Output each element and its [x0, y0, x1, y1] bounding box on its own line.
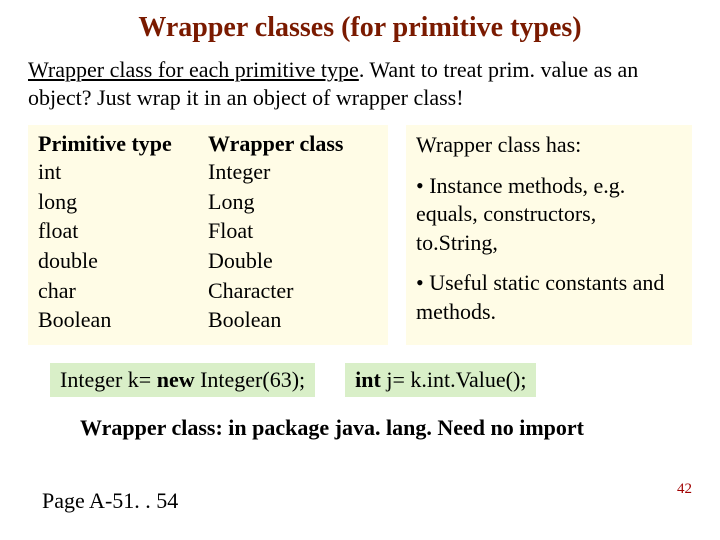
- wrapper-features-box: Wrapper class has: • Instance methods, e…: [406, 125, 692, 345]
- snippet2-int-keyword: int: [355, 367, 381, 392]
- snippet1-part1: Integer k=: [60, 367, 157, 392]
- table-cell-prim: double: [38, 246, 208, 276]
- table-cell-prim: char: [38, 276, 208, 306]
- feature-bullet-1: • Instance methods, e.g. equals, constru…: [416, 172, 682, 258]
- table-cell-wrap: Character: [208, 276, 378, 306]
- table-cell-wrap: Integer: [208, 157, 378, 187]
- snippet1-new-keyword: new: [157, 367, 195, 392]
- features-heading: Wrapper class has:: [416, 131, 682, 160]
- type-mapping-box: Primitive type Wrapper class int Integer…: [28, 125, 388, 345]
- slide-title: Wrapper classes (for primitive types): [0, 0, 720, 56]
- code-snippet-1: Integer k= new Integer(63);: [50, 363, 315, 397]
- code-snippet-2: int j= k.int.Value();: [345, 363, 536, 397]
- table-cell-wrap: Float: [208, 216, 378, 246]
- slide-number: 42: [677, 481, 692, 498]
- table-cell-wrap: Double: [208, 246, 378, 276]
- table-cell-prim: int: [38, 157, 208, 187]
- page-reference: Page A-51. . 54: [42, 488, 178, 514]
- table-cell-prim: long: [38, 187, 208, 217]
- table-head-primitive: Primitive type: [38, 131, 208, 157]
- intro-paragraph: Wrapper class for each primitive type. W…: [0, 56, 720, 125]
- table-cell-prim: Boolean: [38, 305, 208, 335]
- feature-bullet-2: • Useful static constants and methods.: [416, 269, 682, 326]
- table-head-wrapper: Wrapper class: [208, 131, 378, 157]
- table-cell-prim: float: [38, 216, 208, 246]
- snippet2-rest: j= k.int.Value();: [381, 367, 527, 392]
- snippet1-part2: Integer(63);: [195, 367, 306, 392]
- footer-note: Wrapper class: in package java. lang. Ne…: [0, 397, 720, 441]
- intro-underlined: Wrapper class for each primitive type: [28, 57, 359, 82]
- table-cell-wrap: Boolean: [208, 305, 378, 335]
- table-cell-wrap: Long: [208, 187, 378, 217]
